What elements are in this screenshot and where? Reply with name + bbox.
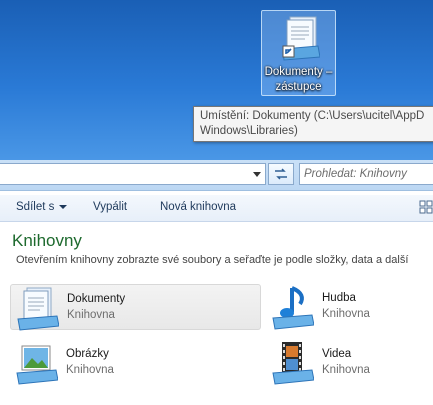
page-subtitle: Otevřením knihovny zobrazte své soubory … xyxy=(16,254,409,266)
share-with-button[interactable]: Sdílet s xyxy=(16,200,68,215)
chevron-down-icon xyxy=(253,171,261,177)
music-library-icon xyxy=(272,286,314,330)
library-name: Obrázky xyxy=(66,348,109,360)
library-documents[interactable]: Dokumenty Knihovna xyxy=(10,284,261,331)
refresh-icon xyxy=(275,168,287,180)
search-box[interactable] xyxy=(299,163,433,185)
library-music[interactable]: Hudba Knihovna xyxy=(266,284,426,330)
address-bar xyxy=(0,160,433,191)
command-bar: Sdílet s Vypálit Nová knihovna xyxy=(0,195,433,222)
refresh-button[interactable] xyxy=(268,163,294,185)
library-videos[interactable]: Videa Knihovna xyxy=(266,340,426,386)
library-name: Dokumenty xyxy=(67,293,126,305)
documents-shortcut[interactable]: Dokumenty – zástupce xyxy=(261,10,336,96)
address-field[interactable] xyxy=(0,163,266,185)
library-pictures[interactable]: Obrázky Knihovna xyxy=(10,340,261,386)
share-label: Sdílet s xyxy=(16,201,55,213)
tooltip-line-2: Windows\Libraries) xyxy=(200,125,298,137)
videos-library-icon xyxy=(272,342,314,385)
library-type: Knihovna xyxy=(67,309,115,321)
pictures-library-icon xyxy=(16,345,58,385)
documents-library-icon xyxy=(17,287,59,331)
new-library-button[interactable]: Nová knihovna xyxy=(160,200,236,215)
chevron-down-icon xyxy=(59,204,68,209)
library-name: Hudba xyxy=(322,292,356,304)
library-name: Videa xyxy=(322,348,352,360)
shortcut-label: Dokumenty – zástupce xyxy=(264,66,333,93)
tooltip-line-1: Umístění: Dokumenty (C:\Users\ucitel\App… xyxy=(200,110,425,122)
location-tooltip: Umístění: Dokumenty (C:\Users\ucitel\App… xyxy=(193,106,433,142)
page-title: Knihovny xyxy=(12,231,82,250)
library-type: Knihovna xyxy=(322,308,370,320)
desktop: Dokumenty – zástupce Umístění: Dokumenty… xyxy=(0,0,433,160)
library-type: Knihovna xyxy=(66,364,114,376)
burn-button[interactable]: Vypálit xyxy=(93,200,127,215)
explorer-window: Sdílet s Vypálit Nová knihovna Knihovny … xyxy=(0,160,433,405)
search-input[interactable] xyxy=(304,164,433,184)
view-options-icon[interactable] xyxy=(419,200,433,214)
library-type: Knihovna xyxy=(322,364,370,376)
documents-shortcut-icon xyxy=(282,16,320,61)
address-dropdown-button[interactable] xyxy=(249,164,265,184)
